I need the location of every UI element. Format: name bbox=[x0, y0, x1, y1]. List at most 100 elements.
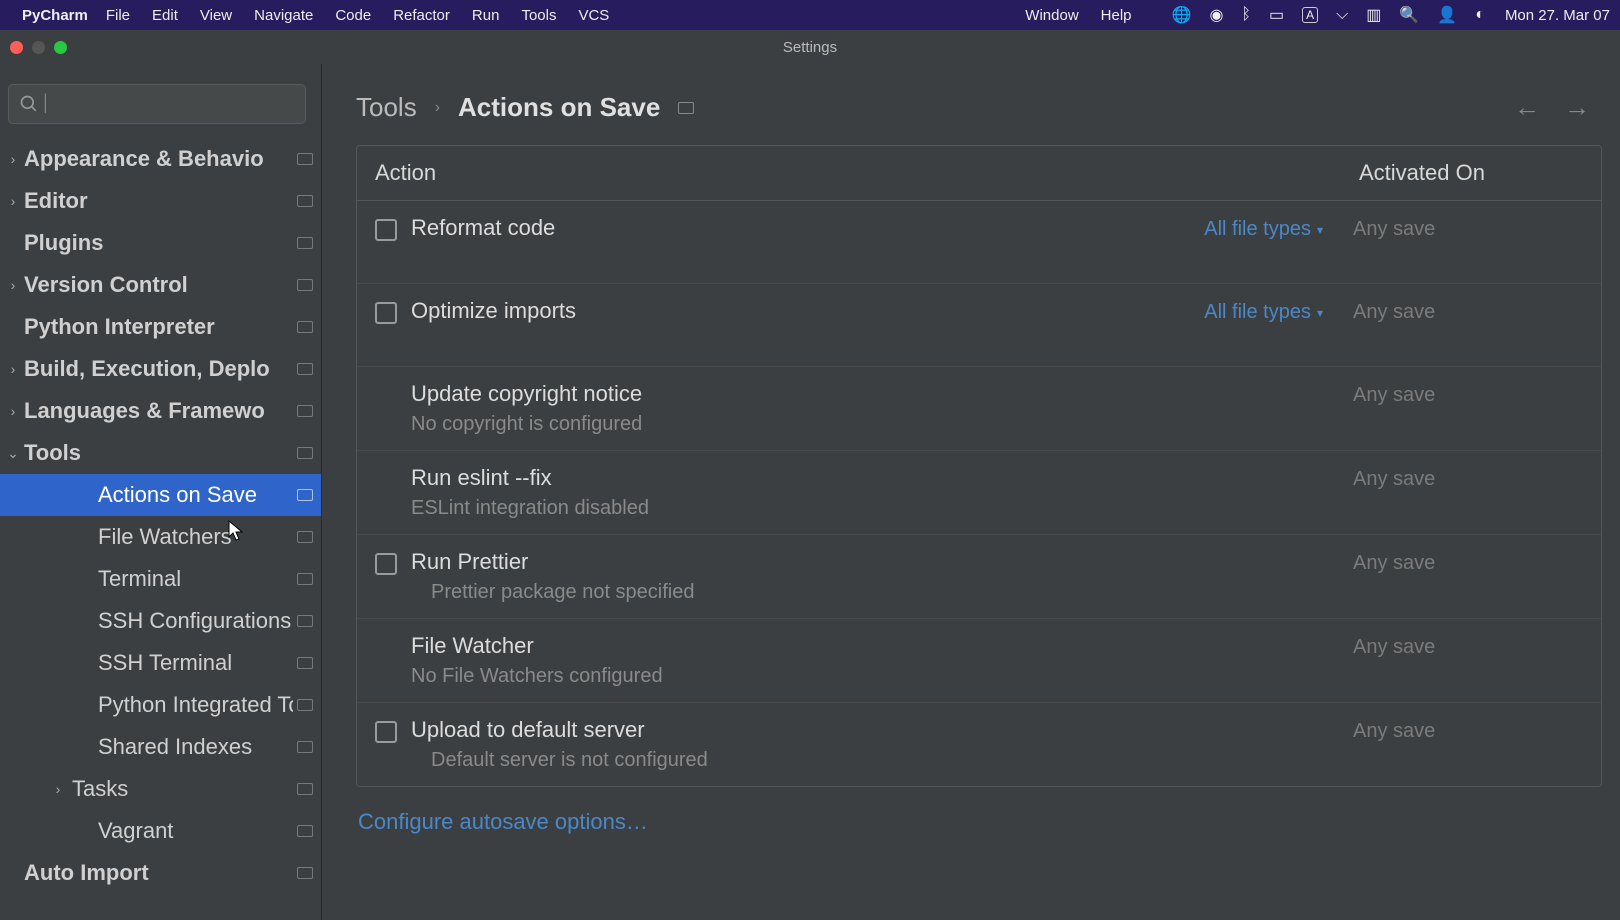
sidebar-item-vagrant[interactable]: Vagrant bbox=[0, 810, 321, 852]
file-types-dropdown[interactable]: All file types▾ bbox=[1204, 301, 1323, 324]
action-subtitle: Prettier package not specified bbox=[431, 581, 1353, 604]
action-row[interactable]: Optimize importsAll file types▾Any save bbox=[357, 284, 1601, 367]
action-row[interactable]: Run eslint --fixESLint integration disab… bbox=[357, 451, 1601, 535]
project-scope-icon bbox=[297, 405, 313, 417]
battery-icon[interactable]: ▭ bbox=[1269, 5, 1284, 25]
sidebar-item-languages-framewo[interactable]: ›Languages & Framewo bbox=[0, 390, 321, 432]
project-scope-icon bbox=[297, 321, 313, 333]
column-header-action[interactable]: Action bbox=[357, 146, 1341, 200]
globe-icon[interactable]: 🌐 bbox=[1172, 5, 1192, 25]
wifi-icon[interactable]: ⌵ bbox=[1336, 6, 1348, 24]
action-subtitle: No File Watchers configured bbox=[411, 665, 1353, 688]
action-title: Upload to default server bbox=[411, 717, 1353, 743]
siri-icon[interactable]: ◐ bbox=[1475, 6, 1485, 24]
chevron-right-icon: › bbox=[2, 151, 24, 167]
chevron-right-icon: › bbox=[2, 193, 24, 209]
nav-forward-button[interactable]: → bbox=[1564, 92, 1590, 123]
zoom-window-button[interactable] bbox=[54, 41, 67, 54]
sidebar-item-shared-indexes[interactable]: Shared Indexes bbox=[0, 726, 321, 768]
play-icon[interactable]: ◉ bbox=[1209, 5, 1223, 25]
window-titlebar: Settings bbox=[0, 30, 1620, 64]
menu-run[interactable]: Run bbox=[472, 7, 500, 24]
chevron-right-icon: › bbox=[44, 781, 72, 797]
column-header-activated[interactable]: Activated On bbox=[1341, 146, 1601, 200]
menu-file[interactable]: File bbox=[106, 7, 130, 24]
sidebar-item-tools[interactable]: ⌄Tools bbox=[0, 432, 321, 474]
sidebar-item-file-watchers[interactable]: File Watchers bbox=[0, 516, 321, 558]
action-checkbox[interactable] bbox=[375, 553, 397, 575]
project-scope-icon bbox=[297, 279, 313, 291]
chevron-right-icon: › bbox=[435, 99, 440, 117]
sidebar-item-appearance-behavio[interactable]: ›Appearance & Behavio bbox=[0, 138, 321, 180]
sidebar-item-label: Actions on Save bbox=[98, 482, 293, 508]
input-source-icon[interactable]: A bbox=[1302, 7, 1318, 23]
sidebar-item-version-control[interactable]: ›Version Control bbox=[0, 264, 321, 306]
menu-tools[interactable]: Tools bbox=[521, 7, 556, 24]
action-checkbox[interactable] bbox=[375, 302, 397, 324]
project-scope-icon bbox=[297, 237, 313, 249]
settings-tree: ›Appearance & Behavio›EditorPlugins›Vers… bbox=[0, 138, 321, 920]
sidebar-item-python-interpreter[interactable]: Python Interpreter bbox=[0, 306, 321, 348]
nav-back-button[interactable]: ← bbox=[1514, 92, 1540, 123]
project-scope-icon bbox=[297, 783, 313, 795]
file-types-dropdown[interactable]: All file types▾ bbox=[1204, 218, 1323, 241]
menu-window[interactable]: Window bbox=[1025, 7, 1078, 24]
breadcrumb: Tools › Actions on Save ← → bbox=[322, 64, 1620, 145]
action-title: Run eslint --fix bbox=[411, 465, 1353, 491]
project-scope-icon bbox=[297, 447, 313, 459]
spotlight-icon[interactable]: 🔍 bbox=[1399, 5, 1419, 25]
project-scope-icon bbox=[297, 867, 313, 879]
action-subtitle: Default server is not configured bbox=[431, 749, 1353, 772]
sidebar-item-terminal[interactable]: Terminal bbox=[0, 558, 321, 600]
chevron-right-icon: › bbox=[2, 403, 24, 419]
sidebar-item-build-execution-deplo[interactable]: ›Build, Execution, Deplo bbox=[0, 348, 321, 390]
action-row[interactable]: Reformat codeAll file types▾Any save bbox=[357, 201, 1601, 284]
sidebar-item-python-integrated-to[interactable]: Python Integrated To bbox=[0, 684, 321, 726]
sidebar-item-actions-on-save[interactable]: Actions on Save bbox=[0, 474, 321, 516]
action-row[interactable]: Run PrettierPrettier package not specifi… bbox=[357, 535, 1601, 619]
action-row[interactable]: Update copyright noticeNo copyright is c… bbox=[357, 367, 1601, 451]
control-center-icon[interactable]: ▥ bbox=[1366, 5, 1381, 25]
sidebar-item-label: Version Control bbox=[24, 272, 293, 298]
sidebar-item-label: SSH Terminal bbox=[98, 650, 293, 676]
action-checkbox[interactable] bbox=[375, 219, 397, 241]
sidebar-item-ssh-configurations[interactable]: SSH Configurations bbox=[0, 600, 321, 642]
menu-vcs[interactable]: VCS bbox=[578, 7, 609, 24]
configure-autosave-link[interactable]: Configure autosave options… bbox=[322, 787, 1620, 835]
sidebar-item-ssh-terminal[interactable]: SSH Terminal bbox=[0, 642, 321, 684]
sidebar-item-tasks[interactable]: ›Tasks bbox=[0, 768, 321, 810]
sidebar-item-label: Languages & Framewo bbox=[24, 398, 293, 424]
macos-menubar: PyCharm File Edit View Navigate Code Ref… bbox=[0, 0, 1620, 30]
user-icon[interactable]: 👤 bbox=[1437, 5, 1457, 25]
sidebar-item-label: Tools bbox=[24, 440, 293, 466]
app-name[interactable]: PyCharm bbox=[22, 7, 88, 24]
menubar-clock[interactable]: Mon 27. Mar 07 bbox=[1505, 7, 1610, 24]
sidebar-item-label: File Watchers bbox=[98, 524, 293, 550]
close-window-button[interactable] bbox=[10, 41, 23, 54]
bluetooth-icon[interactable]: ᛒ bbox=[1241, 6, 1251, 24]
minimize-window-button[interactable] bbox=[32, 41, 45, 54]
menu-view[interactable]: View bbox=[200, 7, 232, 24]
breadcrumb-root[interactable]: Tools bbox=[356, 92, 417, 123]
action-row[interactable]: Upload to default server Default server i… bbox=[357, 703, 1601, 786]
action-row[interactable]: File WatcherNo File Watchers configuredA… bbox=[357, 619, 1601, 703]
sidebar-item-auto-import[interactable]: Auto Import bbox=[0, 852, 321, 894]
menu-help[interactable]: Help bbox=[1101, 7, 1132, 24]
action-title: Update copyright notice bbox=[411, 381, 1353, 407]
chevron-down-icon: ▾ bbox=[1317, 306, 1323, 320]
menu-refactor[interactable]: Refactor bbox=[393, 7, 450, 24]
menu-edit[interactable]: Edit bbox=[152, 7, 178, 24]
breadcrumb-leaf: Actions on Save bbox=[458, 92, 660, 123]
sidebar-item-plugins[interactable]: Plugins bbox=[0, 222, 321, 264]
menu-code[interactable]: Code bbox=[335, 7, 371, 24]
search-icon bbox=[19, 94, 39, 114]
menu-navigate[interactable]: Navigate bbox=[254, 7, 313, 24]
settings-search-input[interactable]: │ bbox=[8, 84, 306, 124]
sidebar-item-label: Build, Execution, Deplo bbox=[24, 356, 293, 382]
sidebar-item-editor[interactable]: ›Editor bbox=[0, 180, 321, 222]
project-scope-icon bbox=[297, 573, 313, 585]
sidebar-item-label: Editor bbox=[24, 188, 293, 214]
sidebar-item-label: Vagrant bbox=[98, 818, 293, 844]
action-checkbox[interactable] bbox=[375, 721, 397, 743]
project-scope-icon bbox=[297, 153, 313, 165]
